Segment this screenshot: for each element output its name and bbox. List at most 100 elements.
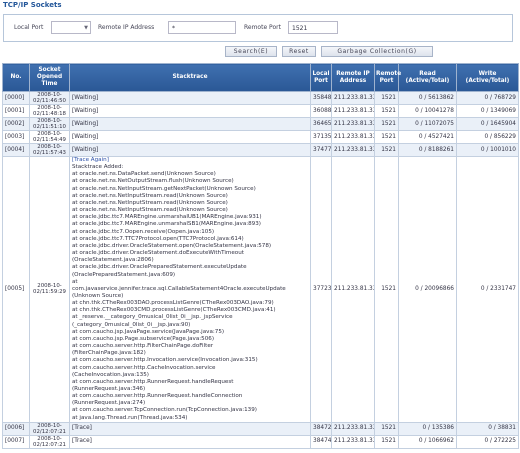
row-remote-ip: 211.233.81.33 <box>331 117 375 131</box>
stacktrace-line: (RunnerRequest.java:274) <box>72 400 146 407</box>
stacktrace-line: (FilterChainPage.java:182) <box>72 350 146 357</box>
filter-panel: Local Port ▼ Remote IP Address * Remote … <box>3 14 513 42</box>
stacktrace-line: (OracleStatement.java:2806) <box>72 257 154 264</box>
stacktrace-line: at chn.thk.CTheRex003DAO.processListGenr… <box>72 300 274 307</box>
header-remote-ip[interactable]: Remote IP Address <box>331 63 375 92</box>
header-write[interactable]: Write (Active/Total) <box>456 63 519 92</box>
stacktrace-line: at oracle.net.ns.NetInputStream.read(Unk… <box>72 199 228 206</box>
stacktrace-line: at com.caucho.jsp.Page.subservice(Page.j… <box>72 335 215 342</box>
row-time: 2008-10- 02/12:07:21 <box>29 421 70 436</box>
row-remote-ip: 211.233.81.33 <box>331 156 375 423</box>
stacktrace-line: at com.caucho.server.http.FilterChainPag… <box>72 343 214 350</box>
stacktrace-line: at oracle.net.ns.DataPacket.send(Unknown… <box>72 171 216 178</box>
header-read[interactable]: Read (Active/Total) <box>398 63 457 92</box>
filter-row: Local Port ▼ Remote IP Address * Remote … <box>4 21 512 35</box>
table-row[interactable]: [0004] 2008-10- 02/11:57:43 [Waiting] 374… <box>2 143 519 157</box>
stacktrace-line: at <box>72 278 78 285</box>
remote-port-input[interactable]: 1521 <box>288 21 338 34</box>
table-row-expanded[interactable]: [0005] 2008-10- 02/11:59:29 [Trace Again]… <box>2 156 519 423</box>
search-button[interactable]: Search(E) <box>225 46 277 57</box>
row-write: 0 / 1001010 <box>456 143 519 157</box>
row-remote-port: 1521 <box>374 156 399 423</box>
row-no: [0004] <box>2 143 30 157</box>
row-no: [0007] <box>2 434 30 449</box>
row-write: 0 / 768729 <box>456 91 519 105</box>
row-stack: [Waiting] <box>69 143 311 157</box>
row-remote-port: 1521 <box>374 91 399 105</box>
stacktrace-line: at oracle.net.ns.NetInputStream.read(Unk… <box>72 207 228 214</box>
row-remote-ip: 211.233.81.33 <box>331 130 375 144</box>
stacktrace-line: at oracle.jdbc.ttc7.MAREngine.unmarshalU… <box>72 214 262 221</box>
stacktrace-line: at com.caucho.server.http.CacheInvocatio… <box>72 364 216 371</box>
stacktrace-line: com.javaservice.jennifer.trace.sql.Calla… <box>72 285 286 292</box>
stacktrace-line[interactable]: [Trace Again] <box>72 157 308 164</box>
row-remote-ip: 211.233.81.33 <box>331 91 375 105</box>
row-no: [0002] <box>2 117 30 131</box>
row-stack: [Waiting] <box>69 130 311 144</box>
row-read: 0 / 8188261 <box>398 143 457 157</box>
row-trace-link[interactable]: [Trace] <box>69 434 311 449</box>
row-remote-port: 1521 <box>374 421 399 436</box>
row-local-port: 35848 <box>310 91 332 105</box>
table-header-row: No. Socket Opened Time Stacktrace Local … <box>2 63 519 92</box>
stacktrace-line: at _reserve.__category_0musical_0list_0i… <box>72 314 233 321</box>
row-time-part: 02/12:07:21 <box>33 428 66 435</box>
row-time: 2008-10- 02/11:51:10 <box>29 117 70 131</box>
row-no: [0000] <box>2 91 30 105</box>
row-trace-link[interactable]: [Trace] <box>69 421 311 436</box>
row-write: 0 / 1349069 <box>456 104 519 118</box>
row-remote-port: 1521 <box>374 143 399 157</box>
remote-ip-label: Remote IP Address <box>98 24 155 31</box>
stacktrace-lines: [Trace Again] Stacktrace Added: at oracle.… <box>72 157 308 421</box>
stacktrace-line: at com.caucho.server.http.Invocation.ser… <box>72 357 258 364</box>
header-no[interactable]: No. <box>2 63 30 92</box>
stacktrace-line: at oracle.jdbc.driver.OracleStatement.op… <box>72 242 272 249</box>
row-local-port: 38474 <box>310 434 332 449</box>
row-time: 2008-10- 02/12:07:21 <box>29 434 70 449</box>
row-read: 0 / 5613862 <box>398 91 457 105</box>
page-title: TCP/IP Sockets <box>3 1 62 9</box>
row-stack: [Waiting] <box>69 117 311 131</box>
stacktrace-line: at java.lang.Thread.run(Thread.java:534) <box>72 414 188 421</box>
row-time-part: 02/11:54:49 <box>33 137 66 143</box>
row-time-part: 02/11:57:43 <box>33 150 66 156</box>
sockets-table: No. Socket Opened Time Stacktrace Local … <box>2 63 519 449</box>
row-write: 0 / 2331747 <box>456 156 519 423</box>
row-no: [0003] <box>2 130 30 144</box>
remote-ip-value: * <box>172 25 175 32</box>
row-remote-port: 1521 <box>374 104 399 118</box>
header-remote-port[interactable]: Remote Port <box>374 63 401 92</box>
header-local-port[interactable]: Local Port <box>310 63 332 92</box>
row-local-port: 37135 <box>310 130 332 144</box>
row-time-part: 02/11:48:18 <box>33 111 66 117</box>
stacktrace-line: at oracle.net.ns.NetInputStream.read(Unk… <box>72 192 228 199</box>
button-row: Search(E) Reset Garbage Collection(G) <box>0 46 520 57</box>
table-row[interactable]: [0002] 2008-10- 02/11:51:10 [Waiting] 364… <box>2 117 519 131</box>
row-remote-ip: 211.233.81.33 <box>331 421 375 436</box>
header-stacktrace[interactable]: Stacktrace <box>69 63 311 92</box>
remote-ip-input[interactable]: * <box>168 21 236 34</box>
table-row[interactable]: [0007] 2008-10- 02/12:07:21 [Trace] 38474… <box>2 434 519 449</box>
garbage-collection-button[interactable]: Garbage Collection(G) <box>321 46 433 57</box>
table-row[interactable]: [0006] 2008-10- 02/12:07:21 [Trace] 38472… <box>2 421 519 436</box>
row-remote-ip: 211.233.81.33 <box>331 434 375 449</box>
table-row[interactable]: [0000] 2008-10- 02/11:46:50 [Waiting] 358… <box>2 91 519 105</box>
row-stack-trace: [Trace Again] Stacktrace Added: at oracle.… <box>69 156 311 423</box>
row-local-port: 37477 <box>310 143 332 157</box>
row-stack: [Waiting] <box>69 91 311 105</box>
reset-button[interactable]: Reset <box>282 46 316 57</box>
row-write: 0 / 856229 <box>456 130 519 144</box>
stacktrace-line: (CacheInvocation.java:135) <box>72 371 149 378</box>
row-time: 2008-10- 02/11:54:49 <box>29 130 70 144</box>
row-time-part: 02/11:51:10 <box>33 124 66 130</box>
table-row[interactable]: [0001] 2008-10- 02/11:48:18 [Waiting] 360… <box>2 104 519 118</box>
row-remote-ip: 211.233.81.33 <box>331 143 375 157</box>
row-no: [0001] <box>2 104 30 118</box>
stacktrace-line: at com.caucho.server.TcpConnection.run(T… <box>72 407 257 414</box>
local-port-select[interactable]: ▼ <box>51 21 91 34</box>
row-local-port: 37723 <box>310 156 332 423</box>
table-row[interactable]: [0003] 2008-10- 02/11:54:49 [Waiting] 371… <box>2 130 519 144</box>
header-socket-opened-time[interactable]: Socket Opened Time <box>29 63 70 92</box>
row-time: 2008-10- 02/11:57:43 <box>29 143 70 157</box>
row-write: 0 / 1645904 <box>456 117 519 131</box>
